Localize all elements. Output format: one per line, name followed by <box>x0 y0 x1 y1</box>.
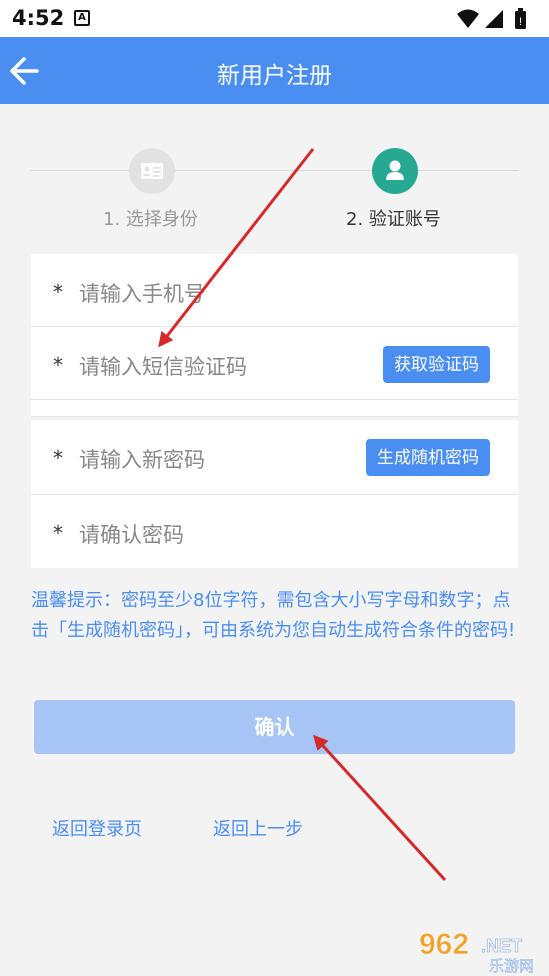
notification-badge-icon: A <box>74 10 90 26</box>
required-mark: * <box>53 353 63 377</box>
get-code-button[interactable]: 获取验证码 <box>383 346 490 383</box>
status-bar: 4:52 A ! <box>0 0 549 37</box>
step-circle-active <box>372 148 418 194</box>
verification-card: * 请输入手机号 * 请输入短信验证码 获取验证码 <box>31 254 518 417</box>
sms-code-field[interactable]: * 请输入短信验证码 获取验证码 <box>31 327 518 400</box>
sms-code-input-placeholder[interactable]: 请输入短信验证码 <box>79 351 247 381</box>
back-to-login-link[interactable]: 返回登录页 <box>52 815 142 841</box>
step-label-active: 2. 验证账号 <box>346 209 441 230</box>
step-indicator: 1. 选择身份 2. 验证账号 <box>0 104 549 254</box>
step-label: 1. 选择身份 <box>103 209 198 230</box>
confirm-password-input-placeholder[interactable]: 请确认密码 <box>79 519 184 549</box>
phone-input-placeholder[interactable]: 请输入手机号 <box>79 278 205 308</box>
svg-text:!: ! <box>519 16 522 28</box>
wifi-icon <box>457 9 479 28</box>
id-card-icon <box>141 163 163 179</box>
new-password-input-placeholder[interactable]: 请输入新密码 <box>79 444 205 474</box>
watermark-suffix: .NET <box>481 936 522 956</box>
system-status-icons: ! <box>457 8 526 29</box>
generate-random-password-button[interactable]: 生成随机密码 <box>366 439 490 476</box>
phone-field[interactable]: * 请输入手机号 <box>31 254 518 327</box>
annotation-arrow-down <box>312 734 447 882</box>
required-mark: * <box>53 280 63 304</box>
step-circle <box>129 148 175 194</box>
password-card: * 请输入新密码 生成随机密码 * 请确认密码 <box>31 420 518 568</box>
new-password-field[interactable]: * 请输入新密码 生成随机密码 <box>31 420 518 495</box>
site-watermark-logo: 962 .NET 乐游网 <box>419 928 535 976</box>
back-previous-link[interactable]: 返回上一步 <box>213 815 303 841</box>
user-icon <box>386 160 404 180</box>
section-spacer <box>31 400 518 417</box>
password-tip: 温馨提示：密码至少8位字符，需包含大小写字母和数字；点击「生成随机密码」，可由系… <box>31 590 516 641</box>
watermark-site: 乐游网 <box>489 957 534 975</box>
battery-icon: ! <box>515 8 526 29</box>
signal-icon <box>485 10 503 28</box>
confirm-button[interactable]: 确认 <box>34 700 515 754</box>
page-title: 新用户注册 <box>217 63 332 89</box>
status-time: 4:52 <box>12 6 65 30</box>
step-connector-line <box>30 170 519 171</box>
watermark-brand: 962 <box>419 928 469 961</box>
confirm-password-field[interactable]: * 请确认密码 <box>31 495 518 568</box>
required-mark: * <box>53 446 63 470</box>
required-mark: * <box>53 521 63 545</box>
app-bar: 新用户注册 <box>0 37 549 104</box>
